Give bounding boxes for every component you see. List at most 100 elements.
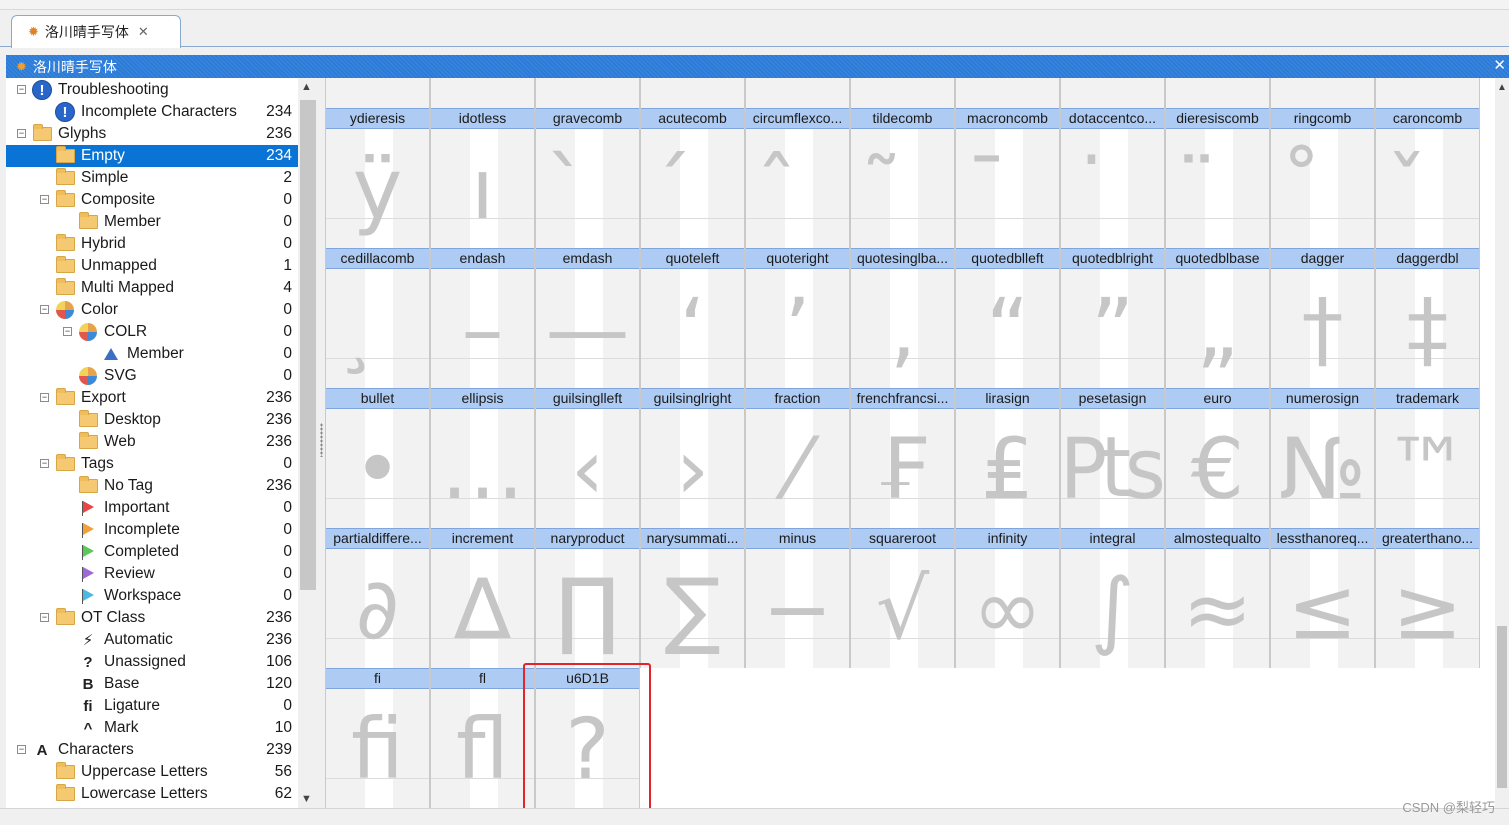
tree-scroll-thumb[interactable] xyxy=(300,100,316,590)
glyph-cell[interactable]: emdash — xyxy=(535,248,640,388)
glyph-cell[interactable]: quotedblleft “ xyxy=(955,248,1060,388)
scroll-up-icon[interactable]: ▲ xyxy=(301,81,312,93)
glyph-cell[interactable]: ydieresis ÿ xyxy=(325,108,430,248)
glyph-cell[interactable]: integral ∫ xyxy=(1060,528,1165,668)
tree-item[interactable]: ﬁ Ligature 0 xyxy=(6,695,298,717)
tree-item[interactable]: − OT Class 236 xyxy=(6,607,298,629)
glyph-cell[interactable]: euro € xyxy=(1165,388,1270,528)
glyph-cell[interactable]: quotedblbase „ xyxy=(1165,248,1270,388)
collapse-toggle-icon[interactable]: − xyxy=(17,129,26,138)
glyph-cell[interactable]: idotless ı xyxy=(430,108,535,248)
glyph-cell[interactable]: caroncomb̌ xyxy=(1375,108,1480,248)
tree-item[interactable]: −! Troubleshooting xyxy=(6,79,298,101)
grid-scrollbar[interactable]: ▲ xyxy=(1495,78,1509,808)
tree-item[interactable]: Workspace 0 xyxy=(6,585,298,607)
glyph-cell[interactable]: fl ﬂ xyxy=(430,668,535,808)
glyph-cell[interactable]: ringcomb̊ xyxy=(1270,108,1375,248)
glyph-cell[interactable]: cedillacomb̧ xyxy=(325,248,430,388)
glyph-cell[interactable]: numerosign № xyxy=(1270,388,1375,528)
glyph-cell[interactable]: fi ﬁ xyxy=(325,668,430,808)
tree-item[interactable]: B Base 120 xyxy=(6,673,298,695)
tree-item[interactable]: Multi Mapped 4 xyxy=(6,277,298,299)
glyph-cell[interactable]: squareroot √ xyxy=(850,528,955,668)
tree-item[interactable]: − Tags 0 xyxy=(6,453,298,475)
collapse-toggle-icon[interactable]: − xyxy=(40,459,49,468)
glyph-cell[interactable] xyxy=(1375,78,1480,108)
glyph-cell[interactable]: endash – xyxy=(430,248,535,388)
tree-item[interactable]: Empty 234 xyxy=(6,145,298,167)
collapse-toggle-icon[interactable]: − xyxy=(40,613,49,622)
glyph-cell[interactable] xyxy=(535,78,640,108)
tree-item[interactable]: Web 236 xyxy=(6,431,298,453)
collapse-toggle-icon[interactable]: − xyxy=(63,327,72,336)
tree-item[interactable]: Desktop 236 xyxy=(6,409,298,431)
tree-item[interactable]: Uppercase Letters 56 xyxy=(6,761,298,783)
glyph-cell[interactable]: dieresiscomb̈ xyxy=(1165,108,1270,248)
glyph-cell[interactable]: quoteleft ‘ xyxy=(640,248,745,388)
tree-item[interactable]: SVG 0 xyxy=(6,365,298,387)
tree-item[interactable]: − Export 236 xyxy=(6,387,298,409)
tree-item[interactable]: ? Unassigned 106 xyxy=(6,651,298,673)
glyph-cell[interactable]: narysummati... ∑ xyxy=(640,528,745,668)
glyph-cell[interactable]: almostequalto ≈ xyxy=(1165,528,1270,668)
collapse-toggle-icon[interactable]: − xyxy=(17,745,26,754)
glyph-cell[interactable]: bullet • xyxy=(325,388,430,528)
glyph-cell[interactable] xyxy=(325,78,430,108)
tree-item[interactable]: Member 0 xyxy=(6,211,298,233)
glyph-cell[interactable]: naryproduct ∏ xyxy=(535,528,640,668)
glyph-cell[interactable]: dagger † xyxy=(1270,248,1375,388)
tree-item[interactable]: − Color 0 xyxy=(6,299,298,321)
tree-item[interactable]: Unmapped 1 xyxy=(6,255,298,277)
tree-item[interactable]: − A Characters 239 xyxy=(6,739,298,761)
glyph-cell[interactable]: u6D1B? xyxy=(535,668,640,808)
glyph-cell[interactable]: quotedblright ” xyxy=(1060,248,1165,388)
tree-item[interactable]: Member 0 xyxy=(6,343,298,365)
grid-scroll-thumb[interactable] xyxy=(1497,626,1507,788)
glyph-grid[interactable]: ydieresisÿidotlessıgravecomb̀acutecomb́ c… xyxy=(325,78,1495,808)
tree-item[interactable]: ! Incomplete Characters 234 xyxy=(6,101,298,123)
glyph-cell[interactable]: lirasign ₤ xyxy=(955,388,1060,528)
glyph-cell[interactable]: quoteright ’ xyxy=(745,248,850,388)
tree-item[interactable]: Simple 2 xyxy=(6,167,298,189)
collapse-toggle-icon[interactable]: − xyxy=(17,85,26,94)
tree-item[interactable]: ⚡ Automatic 236 xyxy=(6,629,298,651)
tree-scrollbar[interactable]: ▲ ▼ xyxy=(298,78,318,808)
collapse-toggle-icon[interactable]: − xyxy=(40,195,49,204)
glyph-cell[interactable]: tildecomb̃ xyxy=(850,108,955,248)
tree-item[interactable]: Important 0 xyxy=(6,497,298,519)
glyph-cell[interactable] xyxy=(1060,78,1165,108)
glyph-cell[interactable]: frenchfrancsi... ₣ xyxy=(850,388,955,528)
tree-item[interactable]: No Tag 236 xyxy=(6,475,298,497)
glyph-cell[interactable]: partialdiffere... ∂ xyxy=(325,528,430,668)
glyph-cell[interactable]: pesetasign ₧ xyxy=(1060,388,1165,528)
glyph-cell[interactable]: guilsinglright › xyxy=(640,388,745,528)
tree-item[interactable]: Hybrid 0 xyxy=(6,233,298,255)
glyph-cell[interactable]: trademark ™ xyxy=(1375,388,1480,528)
panel-splitter[interactable] xyxy=(318,78,325,808)
glyph-cell[interactable]: acutecomb́ xyxy=(640,108,745,248)
glyph-cell[interactable]: increment ∆ xyxy=(430,528,535,668)
glyph-cell[interactable]: infinity ∞ xyxy=(955,528,1060,668)
glyph-cell[interactable]: minus − xyxy=(745,528,850,668)
glyph-cell[interactable]: fraction ⁄ xyxy=(745,388,850,528)
glyph-cell[interactable]: quotesinglba... ‚ xyxy=(850,248,955,388)
tree-item[interactable]: − Glyphs 236 xyxy=(6,123,298,145)
glyph-cell[interactable] xyxy=(1270,78,1375,108)
glyph-cell[interactable]: lessthanoreq... ≤ xyxy=(1270,528,1375,668)
glyph-category-tree[interactable]: −! Troubleshooting! Incomplete Characters 2… xyxy=(6,78,298,808)
glyph-cell[interactable] xyxy=(640,78,745,108)
tree-item[interactable]: − COLR 0 xyxy=(6,321,298,343)
scroll-up-icon[interactable]: ▲ xyxy=(1497,82,1507,93)
glyph-cell[interactable]: greaterthano... ≥ xyxy=(1375,528,1480,668)
tree-item[interactable]: − Composite 0 xyxy=(6,189,298,211)
tree-item[interactable]: Completed 0 xyxy=(6,541,298,563)
glyph-cell[interactable] xyxy=(850,78,955,108)
glyph-cell[interactable] xyxy=(955,78,1060,108)
tree-item[interactable]: Review 0 xyxy=(6,563,298,585)
tree-item[interactable]: Lowercase Letters 62 xyxy=(6,783,298,805)
glyph-cell[interactable]: macroncomb̄ xyxy=(955,108,1060,248)
document-tab[interactable]: ✹ 洛川晴手写体 ✕ xyxy=(11,15,181,48)
glyph-cell[interactable]: gravecomb̀ xyxy=(535,108,640,248)
tree-item[interactable]: ^ Mark 10 xyxy=(6,717,298,739)
scroll-down-icon[interactable]: ▼ xyxy=(301,793,312,805)
